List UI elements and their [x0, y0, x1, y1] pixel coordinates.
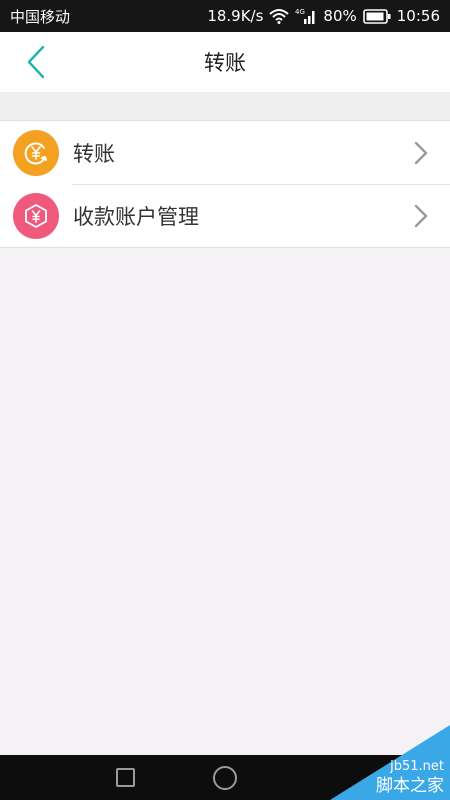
recent-apps-icon[interactable] [116, 768, 135, 787]
yuan-transfer-icon [13, 129, 59, 176]
menu-item-transfer[interactable]: 转账 [0, 121, 450, 184]
system-nav-bar [0, 755, 450, 800]
chevron-right-icon [412, 141, 430, 165]
wifi-icon [269, 8, 290, 24]
yuan-hexagon-icon [13, 192, 59, 239]
page-title: 转账 [204, 51, 246, 75]
network-type: 4G [295, 8, 305, 16]
menu-item-label: 收款账户管理 [73, 204, 199, 229]
status-bar: 中国移动 18.9K/s 4G 80% 10:56 [0, 0, 450, 32]
app-header: 转账 [0, 32, 450, 92]
chevron-right-icon [412, 204, 430, 228]
home-icon[interactable] [213, 766, 237, 790]
clock: 10:56 [396, 7, 440, 25]
menu-list: 转账 收款账户管理 [0, 121, 450, 248]
screen: 中国移动 18.9K/s 4G 80% 10:56 转账 转账 收款账户管理 j… [0, 0, 450, 800]
status-right: 18.9K/s 4G 80% 10:56 [207, 7, 440, 25]
menu-item-payee-accounts[interactable]: 收款账户管理 [0, 184, 450, 247]
chevron-left-icon [27, 45, 45, 79]
network-speed: 18.9K/s [207, 7, 264, 25]
battery-percent: 80% [323, 7, 357, 25]
signal-icon: 4G [295, 7, 317, 25]
back-button[interactable] [18, 44, 54, 80]
carrier-name: 中国移动 [10, 7, 71, 26]
menu-item-label: 转账 [73, 141, 115, 166]
battery-icon [362, 8, 391, 24]
section-divider [0, 92, 450, 121]
